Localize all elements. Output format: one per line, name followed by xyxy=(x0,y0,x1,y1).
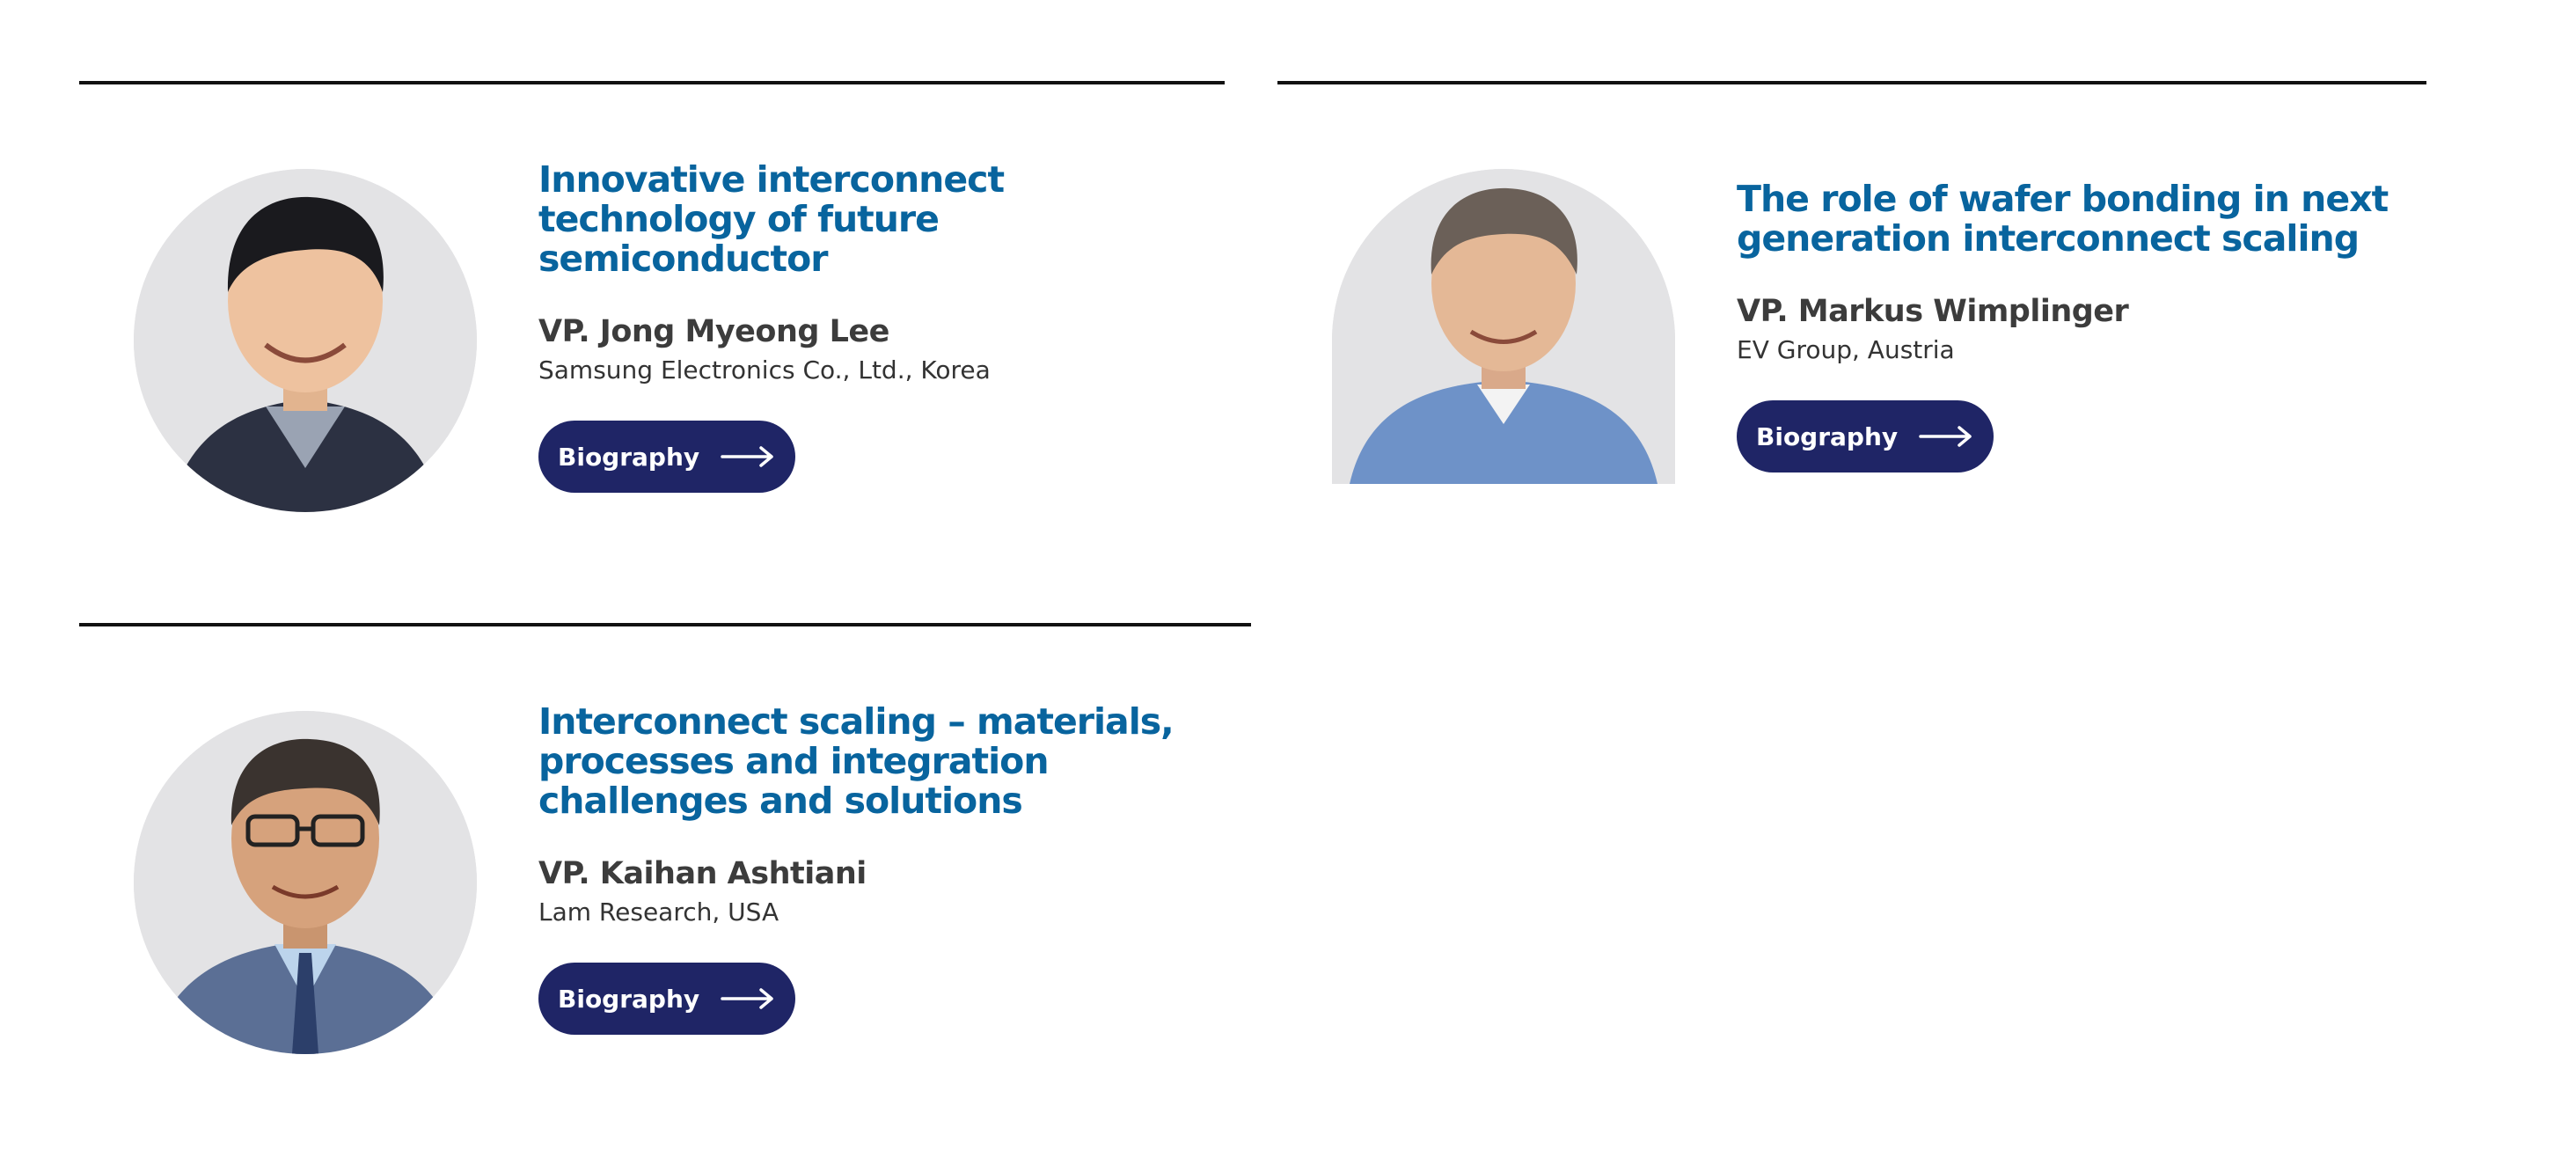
biography-button-label: Biography xyxy=(558,442,700,472)
divider-line xyxy=(79,81,1225,84)
divider-line xyxy=(79,623,1251,626)
speaker-card-ashtiani: Interconnect scaling – materials, proces… xyxy=(79,623,1258,1080)
biography-button[interactable]: Biography xyxy=(538,421,795,493)
talk-title: The role of wafer bonding in next genera… xyxy=(1737,178,2389,260)
biography-button-label: Biography xyxy=(558,984,700,1014)
biography-button-label: Biography xyxy=(1756,421,1899,451)
avatar xyxy=(134,169,477,512)
speaker-affiliation: Samsung Electronics Co., Ltd., Korea xyxy=(538,355,991,385)
speaker-card-lee: Innovative interconnect technology of fu… xyxy=(79,81,1225,538)
divider-line xyxy=(1277,81,2426,84)
speaker-name: VP. Markus Wimplinger xyxy=(1737,294,2129,329)
speaker-card-wimplinger: The role of wafer bonding in next genera… xyxy=(1277,81,2426,538)
speaker-affiliation: EV Group, Austria xyxy=(1737,335,1955,364)
speaker-affiliation: Lam Research, USA xyxy=(538,897,779,927)
arrow-right-icon xyxy=(1919,426,1973,447)
arrow-right-icon xyxy=(721,988,775,1009)
talk-title: Interconnect scaling – materials, proces… xyxy=(538,700,1175,822)
speaker-name: VP. Jong Myeong Lee xyxy=(538,314,889,349)
avatar xyxy=(134,711,477,1054)
biography-button[interactable]: Biography xyxy=(1737,400,1994,472)
arrow-right-icon xyxy=(721,446,775,467)
avatar xyxy=(1332,169,1675,484)
biography-button[interactable]: Biography xyxy=(538,963,795,1035)
speaker-name: VP. Kaihan Ashtiani xyxy=(538,856,867,891)
talk-title: Innovative interconnect technology of fu… xyxy=(538,158,1005,280)
